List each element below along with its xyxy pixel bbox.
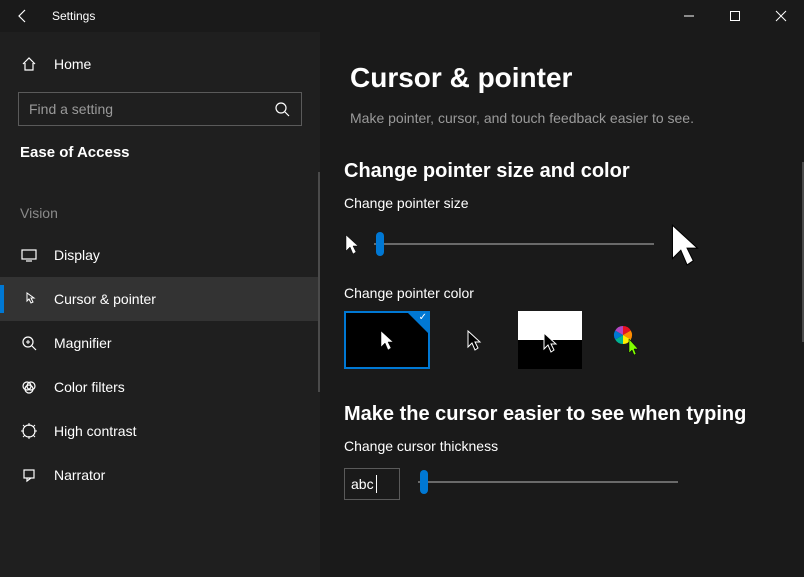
back-button[interactable] <box>0 0 46 32</box>
cursor-thickness-label: Change cursor thickness <box>344 438 774 454</box>
section-title: Ease of Access <box>0 144 320 161</box>
window-title: Settings <box>46 9 95 23</box>
sidebar-item-cursor-pointer[interactable]: Cursor & pointer <box>0 277 320 321</box>
sidebar-item-display[interactable]: Display <box>0 233 320 277</box>
sidebar-item-label: High contrast <box>54 423 136 439</box>
group-title: Vision <box>0 205 320 221</box>
pointer-large-icon <box>668 221 702 267</box>
color-filters-icon <box>20 378 38 396</box>
search-placeholder: Find a setting <box>29 101 113 117</box>
check-icon <box>408 313 428 333</box>
sidebar: Home Find a setting Ease of Access Visio… <box>0 32 320 577</box>
section-pointer-size-color: Change pointer size and color <box>344 160 774 183</box>
pointer-color-label: Change pointer color <box>344 285 774 301</box>
search-icon <box>273 100 291 118</box>
pointer-color-inverted[interactable] <box>518 311 582 369</box>
sidebar-item-narrator[interactable]: Narrator <box>0 453 320 497</box>
section-cursor-typing: Make the cursor easier to see when typin… <box>344 403 774 426</box>
pointer-color-custom[interactable] <box>606 311 646 369</box>
pointer-size-label: Change pointer size <box>344 195 774 211</box>
sidebar-item-label: Color filters <box>54 379 125 395</box>
home-button[interactable]: Home <box>0 44 320 84</box>
minimize-button[interactable] <box>666 0 712 32</box>
content: Cursor & pointer Make pointer, cursor, a… <box>320 32 804 577</box>
sidebar-item-high-contrast[interactable]: High contrast <box>0 409 320 453</box>
sidebar-item-label: Cursor & pointer <box>54 291 156 307</box>
home-icon <box>20 55 38 73</box>
magnifier-icon <box>20 334 38 352</box>
cursor-pointer-icon <box>20 290 38 308</box>
cursor-thickness-slider[interactable] <box>418 470 678 494</box>
sidebar-item-label: Display <box>54 247 100 263</box>
sidebar-item-label: Magnifier <box>54 335 112 351</box>
abc-sample: abc <box>351 476 374 492</box>
display-icon <box>20 246 38 264</box>
maximize-button[interactable] <box>712 0 758 32</box>
page-title: Cursor & pointer <box>344 62 774 94</box>
search-input[interactable]: Find a setting <box>18 92 302 126</box>
pointer-size-slider[interactable] <box>374 232 654 256</box>
sidebar-item-label: Narrator <box>54 467 105 483</box>
pointer-small-icon <box>344 233 360 255</box>
narrator-icon <box>20 466 38 484</box>
sidebar-item-magnifier[interactable]: Magnifier <box>0 321 320 365</box>
close-button[interactable] <box>758 0 804 32</box>
high-contrast-icon <box>20 422 38 440</box>
titlebar: Settings <box>0 0 804 32</box>
page-subtitle: Make pointer, cursor, and touch feedback… <box>344 110 774 126</box>
sidebar-item-color-filters[interactable]: Color filters <box>0 365 320 409</box>
cursor-caret <box>376 475 377 493</box>
cursor-thickness-preview: abc <box>344 468 400 500</box>
pointer-color-white[interactable] <box>344 311 430 369</box>
home-label: Home <box>54 56 91 72</box>
pointer-color-black[interactable] <box>454 311 494 369</box>
